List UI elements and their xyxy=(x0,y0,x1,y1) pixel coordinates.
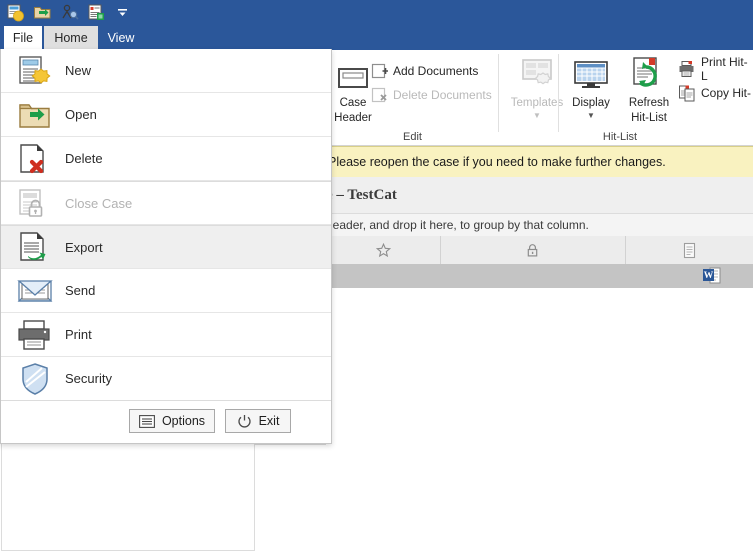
tab-view[interactable]: View xyxy=(100,26,142,50)
power-icon xyxy=(237,414,252,429)
printer-icon xyxy=(678,60,696,78)
shield-icon xyxy=(15,361,55,397)
new-document-icon xyxy=(15,53,55,89)
close-case-lock-icon xyxy=(15,185,55,221)
delete-documents-label: Delete Documents xyxy=(393,88,492,102)
ribbon-group-hitlist: Display ▼ Refresh Hit-List Print Hit-L C… xyxy=(560,50,753,144)
ribbon-group-label-hitlist: Hit-List xyxy=(602,131,638,143)
refresh-hit-list-label-1: Refresh xyxy=(628,97,670,109)
add-documents-label: Add Documents xyxy=(393,64,479,78)
tab-file[interactable]: File xyxy=(4,26,42,51)
column-header-favorite[interactable] xyxy=(326,236,441,264)
add-documents-button[interactable]: Add Documents xyxy=(370,60,478,82)
case-title: e – TestCat xyxy=(326,177,753,214)
ribbon-tab-strip: File Home View xyxy=(0,26,753,51)
refresh-hitlist-icon xyxy=(618,54,680,94)
menu-item-open[interactable]: Open xyxy=(1,93,331,137)
column-header-document[interactable] xyxy=(625,236,753,264)
refresh-hit-list-label-2: Hit-List xyxy=(631,112,667,124)
table-row[interactable]: W xyxy=(326,264,753,289)
delete-documents-button[interactable]: Delete Documents xyxy=(370,84,492,106)
print-hit-list-label: Print Hit-L xyxy=(701,55,748,83)
display-grid-icon xyxy=(560,54,622,94)
display-label: Display xyxy=(572,97,610,109)
print-hit-list-button[interactable]: Print Hit-L xyxy=(678,55,753,83)
lock-icon xyxy=(525,243,540,258)
menu-item-label: Close Case xyxy=(65,195,133,211)
options-label: Options xyxy=(161,414,206,428)
menu-item-label: Print xyxy=(65,327,92,342)
menu-item-label: Security xyxy=(65,371,112,386)
menu-item-delete[interactable]: Delete xyxy=(1,137,331,181)
group-by-panel[interactable]: header, and drop it here, to group by th… xyxy=(326,214,753,237)
export-icon xyxy=(15,229,55,265)
left-detail-panel xyxy=(1,444,255,551)
customize-quick-access-icon[interactable] xyxy=(114,3,130,22)
exit-button[interactable]: Exit xyxy=(225,409,291,433)
ribbon-divider xyxy=(498,54,499,132)
menu-item-label: Send xyxy=(65,283,96,298)
grid-body xyxy=(326,288,753,551)
chevron-down-icon[interactable]: ▼ xyxy=(560,111,622,120)
refresh-hit-list-button[interactable]: Refresh Hit-List xyxy=(618,54,680,124)
delete-document-icon xyxy=(370,86,388,104)
report-icon[interactable] xyxy=(87,3,106,22)
menu-item-security[interactable]: Security xyxy=(1,357,331,401)
info-bar: Please reopen the case if you need to ma… xyxy=(326,146,753,178)
grid-header xyxy=(326,236,753,265)
copy-hit-list-label: Copy Hit- xyxy=(701,86,752,100)
options-icon xyxy=(139,414,155,428)
menu-item-export[interactable]: Export xyxy=(1,225,331,269)
ribbon-divider-2 xyxy=(558,54,559,132)
star-icon xyxy=(375,242,391,258)
exit-label: Exit xyxy=(258,414,280,428)
menu-item-label: Open xyxy=(65,107,97,122)
envelope-icon xyxy=(15,273,55,309)
column-header-locked[interactable] xyxy=(440,236,626,264)
open-case-icon[interactable] xyxy=(33,3,52,22)
right-detail-panel xyxy=(255,444,326,551)
delete-document-icon xyxy=(15,141,55,177)
file-menu-panel: New Open Delete Close Case Export Send P… xyxy=(0,49,332,444)
display-button[interactable]: Display ▼ xyxy=(560,54,622,120)
tab-home[interactable]: Home xyxy=(44,26,98,50)
menu-item-label: Delete xyxy=(65,151,103,166)
ribbon-group-edit: Case Header Add Documents Delete Documen… xyxy=(326,50,563,144)
options-button[interactable]: Options xyxy=(129,409,215,433)
svg-text:W: W xyxy=(704,271,714,281)
copy-icon xyxy=(678,84,696,102)
info-bar-message: Please reopen the case if you need to ma… xyxy=(328,155,666,169)
quick-access-toolbar xyxy=(6,3,130,22)
menu-item-print[interactable]: Print xyxy=(1,313,331,357)
add-document-icon xyxy=(370,62,388,80)
word-document-icon[interactable]: W xyxy=(702,266,722,286)
printer-icon xyxy=(15,317,55,353)
menu-item-close-case[interactable]: Close Case xyxy=(1,181,331,225)
menu-item-send[interactable]: Send xyxy=(1,269,331,313)
file-menu-footer: Options Exit xyxy=(1,399,331,443)
case-title-text: e – TestCat xyxy=(326,186,397,203)
open-folder-icon xyxy=(15,97,55,133)
new-case-icon[interactable] xyxy=(6,3,25,22)
search-person-icon[interactable] xyxy=(60,3,79,22)
menu-item-label: Export xyxy=(65,239,103,255)
document-icon xyxy=(682,242,697,259)
group-by-hint: header, and drop it here, to group by th… xyxy=(326,218,589,232)
title-bar xyxy=(0,0,753,26)
copy-hit-list-button[interactable]: Copy Hit- xyxy=(678,82,751,104)
menu-item-label: New xyxy=(65,63,92,78)
ribbon-group-label-edit: Edit xyxy=(403,131,422,143)
menu-item-new[interactable]: New xyxy=(1,49,331,93)
